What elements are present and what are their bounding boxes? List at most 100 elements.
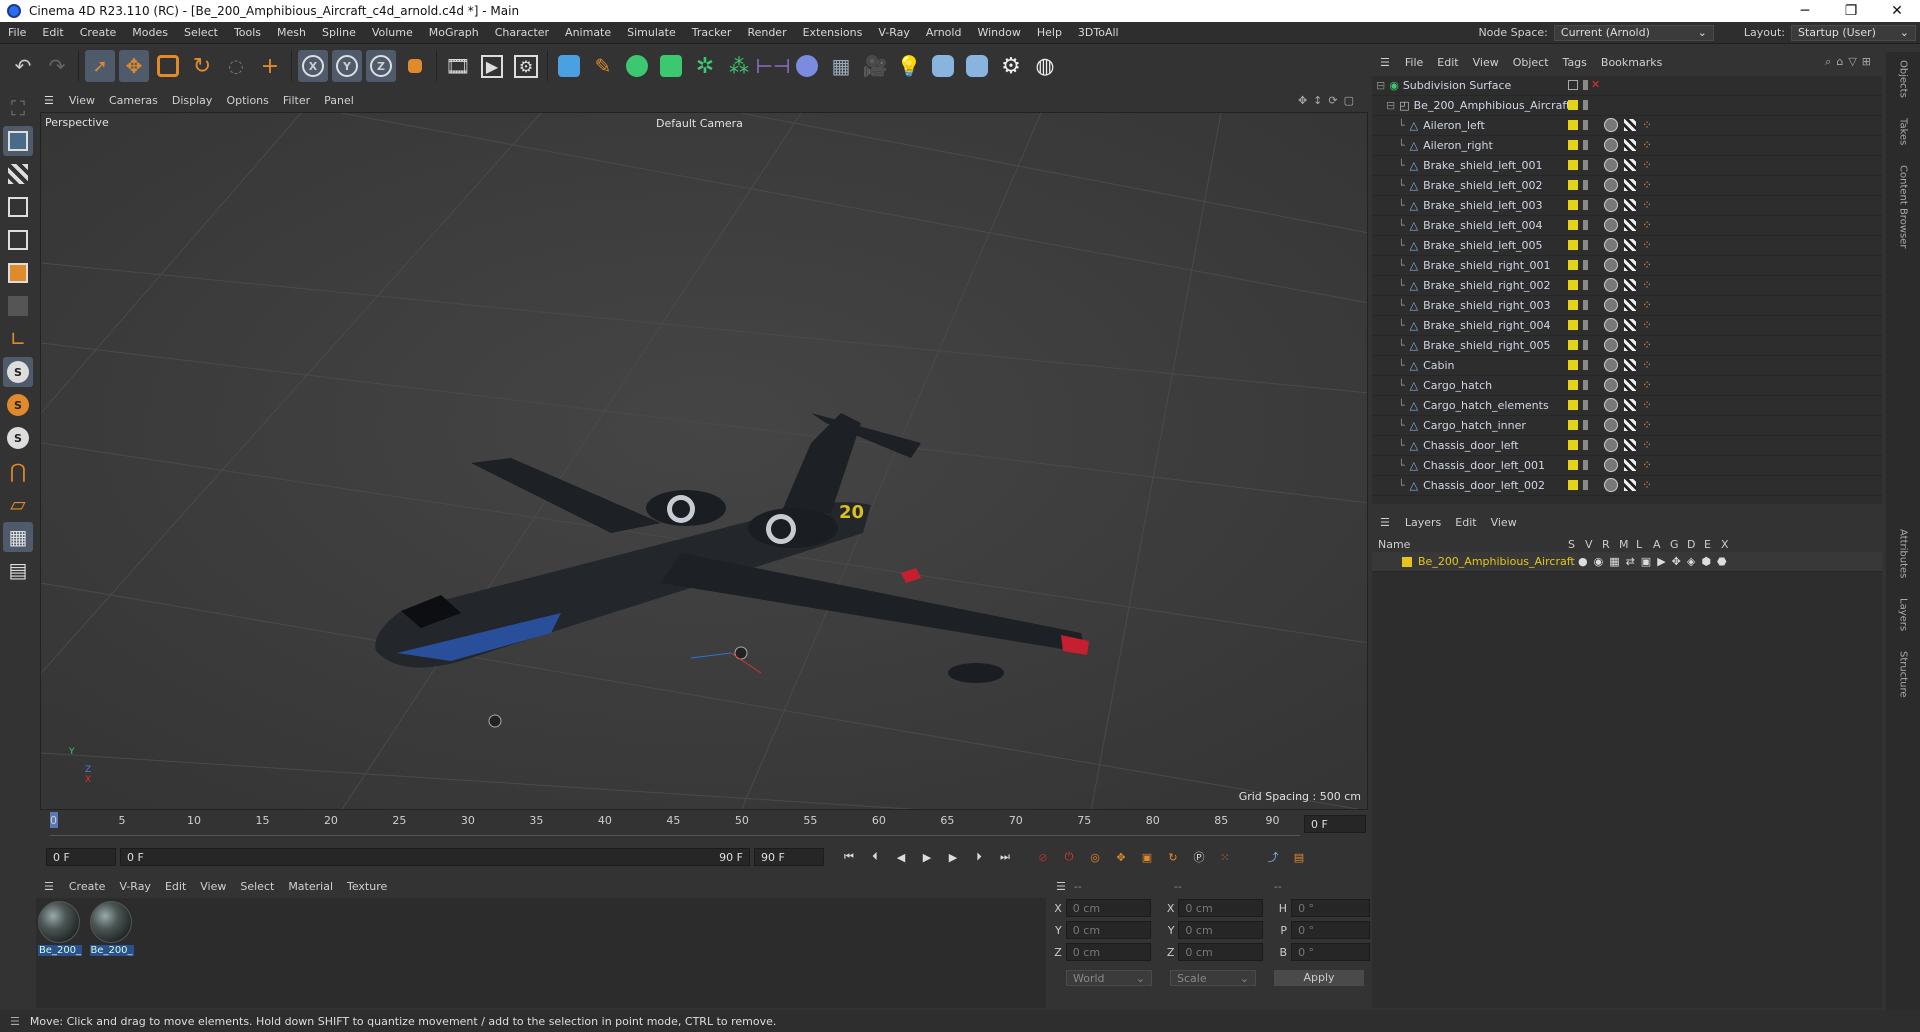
array-button[interactable]: ⁂ — [724, 50, 754, 82]
object-row[interactable]: └ △ Aileron_right ⁘ — [1372, 136, 1882, 156]
key-rotate-button[interactable]: ↻ — [1163, 847, 1183, 867]
material-tag-icon[interactable] — [1604, 338, 1618, 352]
material-tag-icon[interactable] — [1604, 298, 1618, 312]
menu-tracker[interactable]: Tracker — [684, 26, 740, 39]
size-x-field[interactable]: 0 cm — [1178, 899, 1264, 917]
menu-file[interactable]: File — [0, 26, 34, 39]
material-tag-icon[interactable] — [1604, 258, 1618, 272]
cloner-button[interactable]: ✲ — [690, 50, 720, 82]
minimize-button[interactable]: ─ — [1782, 3, 1828, 19]
pos-y-field[interactable]: 0 cm — [1065, 921, 1151, 939]
layer-color-tag[interactable] — [1568, 400, 1578, 410]
layout-dropdown[interactable]: Startup (User) ⌄ — [1791, 24, 1916, 41]
redo-button[interactable]: ↷ — [42, 50, 72, 82]
layer-color-tag[interactable] — [1568, 240, 1578, 250]
texture-tag-icon[interactable] — [1624, 159, 1636, 171]
object-row[interactable]: └ △ Cabin ⁘ — [1372, 356, 1882, 376]
hamburger-icon[interactable]: ☰ — [1372, 516, 1398, 529]
texture-tag-icon[interactable] — [1624, 319, 1636, 331]
last-tool-button[interactable]: ◌ — [221, 50, 251, 82]
texture-tag-icon[interactable] — [1624, 359, 1636, 371]
layers-menu-view[interactable]: View — [1484, 516, 1524, 529]
key-rotation-button[interactable]: ◎ — [1085, 847, 1105, 867]
hamburger-icon[interactable]: ☰ — [0, 1015, 30, 1028]
rot-p-field[interactable]: 0 ° — [1291, 921, 1371, 939]
arnold-tag-icon[interactable]: ⁘ — [1642, 339, 1652, 351]
texture-tag-icon[interactable] — [1624, 419, 1636, 431]
prev-frame-button[interactable]: ◀ — [891, 847, 911, 867]
magnet-button[interactable]: ⋂ — [3, 456, 33, 486]
menu-spline[interactable]: Spline — [314, 26, 364, 39]
grid-settings-button[interactable]: ▤ — [3, 555, 33, 585]
size-z-field[interactable]: 0 cm — [1178, 943, 1264, 961]
hamburger-icon[interactable]: ☰ — [36, 94, 62, 107]
motion-system-button[interactable]: ⤴ — [1263, 847, 1283, 867]
tab-attributes[interactable]: Attributes — [1898, 529, 1909, 578]
play-button[interactable]: ▶ — [917, 847, 937, 867]
arnold-tag-icon[interactable]: ⁘ — [1642, 279, 1652, 291]
pos-z-field[interactable]: 0 cm — [1065, 943, 1151, 961]
object-row[interactable]: └ △ Brake_shield_left_002 ⁘ — [1372, 176, 1882, 196]
material-item[interactable]: Be_200_ — [89, 901, 134, 956]
object-row[interactable]: └ △ Chassis_door_left_002 ⁘ — [1372, 476, 1882, 496]
layers-menu-layers[interactable]: Layers — [1398, 516, 1448, 529]
symmetry-button[interactable]: ⊢⊣ — [756, 50, 791, 82]
texture-tag-icon[interactable] — [1624, 119, 1636, 131]
edges-mode-button[interactable] — [3, 225, 33, 255]
arnold-tag-icon[interactable]: ⁘ — [1642, 479, 1652, 491]
material-tag-icon[interactable] — [1604, 278, 1618, 292]
material-tag-icon[interactable] — [1604, 378, 1618, 392]
gear-button[interactable]: ⚙ — [996, 50, 1026, 82]
maximize-button[interactable]: ❐ — [1828, 3, 1874, 19]
texture-tag-icon[interactable] — [1624, 479, 1636, 491]
snap-settings-button[interactable]: S — [3, 390, 33, 420]
object-row[interactable]: └ △ Brake_shield_left_003 ⁘ — [1372, 196, 1882, 216]
objects-menu-view[interactable]: View — [1466, 56, 1506, 69]
viewport-menu-display[interactable]: Display — [165, 94, 220, 107]
rot-b-field[interactable]: 0 ° — [1291, 943, 1371, 961]
model-mode-button[interactable] — [3, 126, 33, 156]
floor-button[interactable]: ▦ — [826, 50, 856, 82]
coord-system-dropdown[interactable]: World ⌄ — [1066, 970, 1152, 986]
arnold-tag-icon[interactable]: ⁘ — [1642, 319, 1652, 331]
hamburger-icon[interactable]: ☰ — [1372, 56, 1398, 69]
render-view-button[interactable]: ▶ — [477, 50, 507, 82]
object-row-root[interactable]: ⊟ ◉ Subdivision Surface ✕ — [1372, 76, 1882, 96]
arnold-tag-icon[interactable]: ⁘ — [1642, 179, 1652, 191]
texture-tag-icon[interactable] — [1624, 279, 1636, 291]
object-row[interactable]: └ △ Aileron_left ⁘ — [1372, 116, 1882, 136]
material-tag-icon[interactable] — [1604, 318, 1618, 332]
visibility-dots-icon[interactable] — [1583, 480, 1588, 490]
apply-button[interactable]: Apply — [1274, 970, 1364, 986]
light-button[interactable]: 💡 — [894, 50, 924, 82]
object-row[interactable]: └ △ Brake_shield_left_005 ⁘ — [1372, 236, 1882, 256]
layer-row[interactable]: Be_200_Amphibious_Aircraft ●◉▦⇄▣▶✥◈⬢⬣ — [1372, 552, 1882, 572]
viewport-menu-panel[interactable]: Panel — [317, 94, 361, 107]
arnold-tag-icon[interactable]: ⁘ — [1642, 459, 1652, 471]
menu-render[interactable]: Render — [739, 26, 794, 39]
material-tag-icon[interactable] — [1604, 118, 1618, 132]
menu-3dtoall[interactable]: 3DToAll — [1070, 26, 1127, 39]
goto-start-button[interactable]: ⏮ — [839, 847, 859, 867]
layer-color-swatch[interactable] — [1402, 556, 1412, 567]
texture-tag-icon[interactable] — [1624, 219, 1636, 231]
layer-color-tag[interactable] — [1568, 420, 1578, 430]
layer-color-tag[interactable] — [1568, 480, 1578, 490]
visibility-dots-icon[interactable] — [1583, 140, 1588, 150]
layer-color-tag[interactable] — [1568, 360, 1578, 370]
menu-help[interactable]: Help — [1029, 26, 1070, 39]
visibility-dots-icon[interactable] — [1583, 420, 1588, 430]
move-tool-button[interactable]: ✥ — [119, 50, 149, 82]
layer-color-tag[interactable] — [1568, 340, 1578, 350]
hamburger-icon[interactable]: ☰ — [36, 880, 62, 893]
layer-color-tag[interactable] — [1568, 300, 1578, 310]
current-frame-field[interactable]: 0 F — [1304, 815, 1366, 833]
menu-create[interactable]: Create — [72, 26, 125, 39]
material-menu-select[interactable]: Select — [233, 880, 281, 893]
object-row[interactable]: └ △ Brake_shield_right_004 ⁘ — [1372, 316, 1882, 336]
camera-button[interactable]: 🎥 — [860, 50, 890, 82]
texture-tag-icon[interactable] — [1624, 399, 1636, 411]
key-pla-button[interactable]: ⁙ — [1215, 847, 1235, 867]
key-param-button[interactable]: Ⓟ — [1189, 847, 1209, 867]
axis-mode-button[interactable]: ∟ — [3, 324, 33, 354]
